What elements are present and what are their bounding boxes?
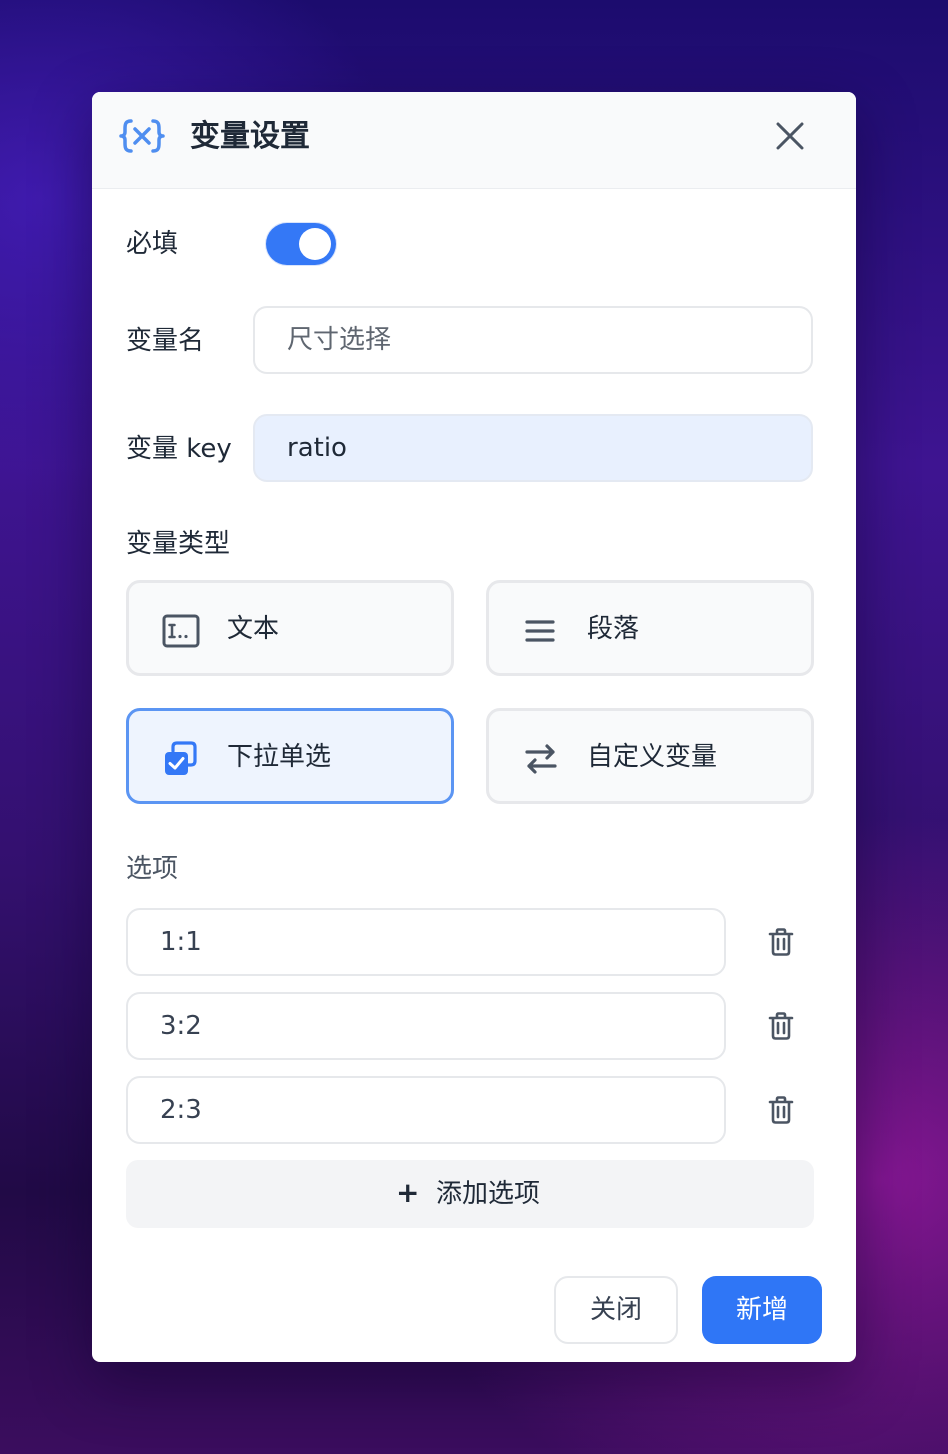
type-option-dropdown[interactable]: 下拉单选 — [126, 708, 454, 804]
option-value: 3:2 — [160, 1011, 202, 1041]
type-option-text[interactable]: 文本 — [126, 580, 454, 676]
curly-braces-x-icon — [119, 119, 165, 153]
required-label: 必填 — [126, 229, 179, 259]
dialog-header: 变量设置 — [92, 92, 856, 189]
option-input[interactable]: 3:2 — [126, 992, 726, 1060]
variable-key-input[interactable] — [253, 414, 813, 482]
swap-arrows-icon — [525, 744, 557, 774]
type-option-label: 段落 — [587, 614, 640, 644]
add-option-button[interactable]: + 添加选项 — [126, 1160, 814, 1228]
dialog-title: 变量设置 — [190, 119, 310, 154]
variable-name-label: 变量名 — [126, 326, 205, 356]
type-option-custom[interactable]: 自定义变量 — [486, 708, 814, 804]
trash-icon[interactable] — [766, 1011, 796, 1041]
text-field-icon — [162, 614, 200, 648]
variable-key-label: 变量 key — [126, 434, 232, 464]
type-option-paragraph[interactable]: 段落 — [486, 580, 814, 676]
add-option-label: 添加选项 — [436, 1179, 541, 1209]
toggle-knob — [299, 228, 331, 260]
option-input[interactable]: 1:1 — [126, 908, 726, 976]
options-label: 选项 — [126, 854, 179, 884]
close-icon[interactable] — [772, 118, 808, 154]
option-value: 1:1 — [160, 927, 202, 957]
submit-button[interactable]: 新增 — [702, 1276, 822, 1344]
close-button[interactable]: 关闭 — [554, 1276, 678, 1344]
required-toggle[interactable] — [266, 223, 336, 265]
variable-name-input[interactable] — [253, 306, 813, 374]
trash-icon[interactable] — [766, 927, 796, 957]
plus-icon: + — [396, 1176, 420, 1209]
option-input[interactable]: 2:3 — [126, 1076, 726, 1144]
variable-settings-dialog: 变量设置 必填 变量名 变量 key 变量类型 文本 段落 — [92, 92, 856, 1362]
trash-icon[interactable] — [766, 1095, 796, 1125]
type-option-label: 下拉单选 — [227, 742, 332, 772]
type-option-label: 文本 — [227, 614, 280, 644]
option-value: 2:3 — [160, 1095, 202, 1125]
type-option-label: 自定义变量 — [587, 742, 718, 772]
dropdown-select-icon — [165, 741, 197, 775]
paragraph-lines-icon — [525, 620, 555, 642]
variable-type-label: 变量类型 — [126, 529, 231, 559]
